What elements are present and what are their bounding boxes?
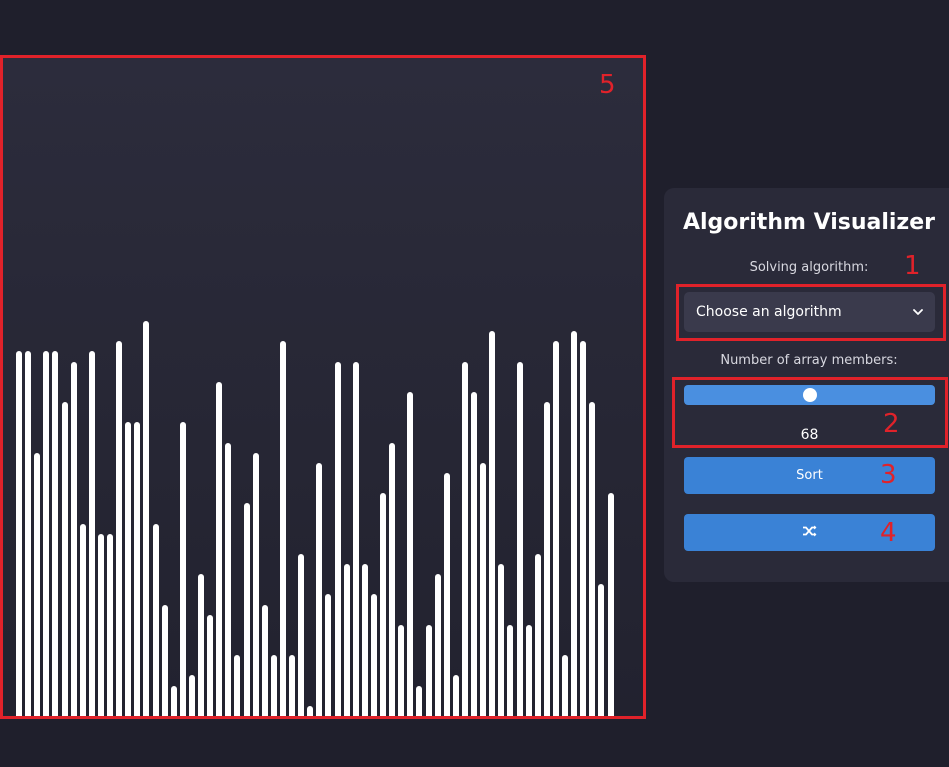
members-slider[interactable] [684, 385, 935, 405]
array-bar [461, 362, 468, 716]
array-bar [79, 524, 86, 716]
array-bar [334, 362, 341, 716]
array-bar [207, 615, 214, 716]
array-bar [134, 422, 141, 716]
slider-thumb[interactable] [803, 388, 817, 402]
array-bar [252, 453, 259, 716]
array-bar [279, 341, 286, 716]
array-bar [289, 655, 295, 716]
array-bar [307, 706, 314, 716]
array-bar [370, 594, 377, 716]
array-bar [443, 473, 450, 716]
array-bar [16, 351, 22, 716]
algorithm-select-value: Choose an algorithm [696, 304, 842, 320]
array-bar [70, 362, 77, 716]
array-bar [425, 625, 432, 716]
array-bar [552, 341, 559, 716]
array-bar [580, 341, 587, 716]
algorithm-select[interactable]: Choose an algorithm [684, 292, 935, 332]
array-bar [270, 655, 277, 716]
array-bar [543, 402, 550, 716]
array-bar [589, 402, 596, 716]
annotation-2: 2 [883, 409, 900, 439]
array-bar [107, 534, 113, 716]
array-bar [571, 331, 578, 716]
array-bar [298, 554, 305, 716]
array-visualization [0, 55, 646, 719]
array-bar [43, 351, 50, 716]
array-bar [380, 493, 386, 716]
array-bar [607, 493, 614, 716]
array-bar [52, 351, 59, 716]
app-root: 5 Algorithm Visualizer Solving algorithm… [0, 0, 949, 767]
array-bar [170, 686, 177, 716]
shuffle-button[interactable] [684, 514, 935, 551]
array-bar [507, 625, 514, 716]
array-bar [398, 625, 405, 716]
sort-button[interactable]: Sort [684, 457, 935, 494]
array-bar [161, 605, 168, 716]
array-bar [316, 463, 323, 716]
array-bar [598, 584, 605, 716]
array-bar [88, 351, 95, 716]
array-bar [225, 443, 232, 716]
array-bar [34, 453, 41, 716]
array-bar [261, 605, 268, 716]
annotation-3: 3 [880, 460, 897, 490]
array-bar [116, 341, 123, 716]
members-label: Number of array members: [720, 353, 898, 368]
shuffle-icon [802, 525, 818, 541]
annotation-4: 4 [880, 518, 897, 548]
array-bar [143, 321, 150, 716]
array-bar [97, 534, 104, 716]
array-bar [61, 402, 68, 716]
array-bar [343, 564, 350, 716]
array-bar [471, 392, 477, 716]
array-bar [198, 574, 204, 716]
array-bar [434, 574, 441, 716]
array-bar [325, 594, 332, 716]
array-bar [525, 625, 532, 716]
chevron-down-icon [913, 304, 923, 320]
array-bar [480, 463, 487, 716]
array-bar [452, 675, 459, 716]
array-bar [389, 443, 396, 716]
bar-container [16, 321, 629, 716]
annotation-5: 5 [599, 70, 616, 100]
sort-button-label: Sort [796, 468, 823, 483]
array-bar [125, 422, 132, 716]
array-bar [416, 686, 423, 716]
array-bar [216, 382, 223, 716]
array-bar [25, 351, 32, 716]
array-bar [179, 422, 186, 716]
array-bar [188, 675, 195, 716]
annotation-1: 1 [904, 251, 921, 281]
array-bar [534, 554, 541, 716]
array-bar [516, 362, 523, 716]
array-bar [234, 655, 241, 716]
panel-title: Algorithm Visualizer [682, 210, 936, 235]
array-bar [243, 503, 250, 716]
array-bar [489, 331, 496, 716]
array-bar [352, 362, 359, 716]
array-bar [498, 564, 505, 716]
array-bar [152, 524, 159, 716]
array-bar [407, 392, 414, 716]
array-bar [562, 655, 568, 716]
array-bar [361, 564, 368, 716]
